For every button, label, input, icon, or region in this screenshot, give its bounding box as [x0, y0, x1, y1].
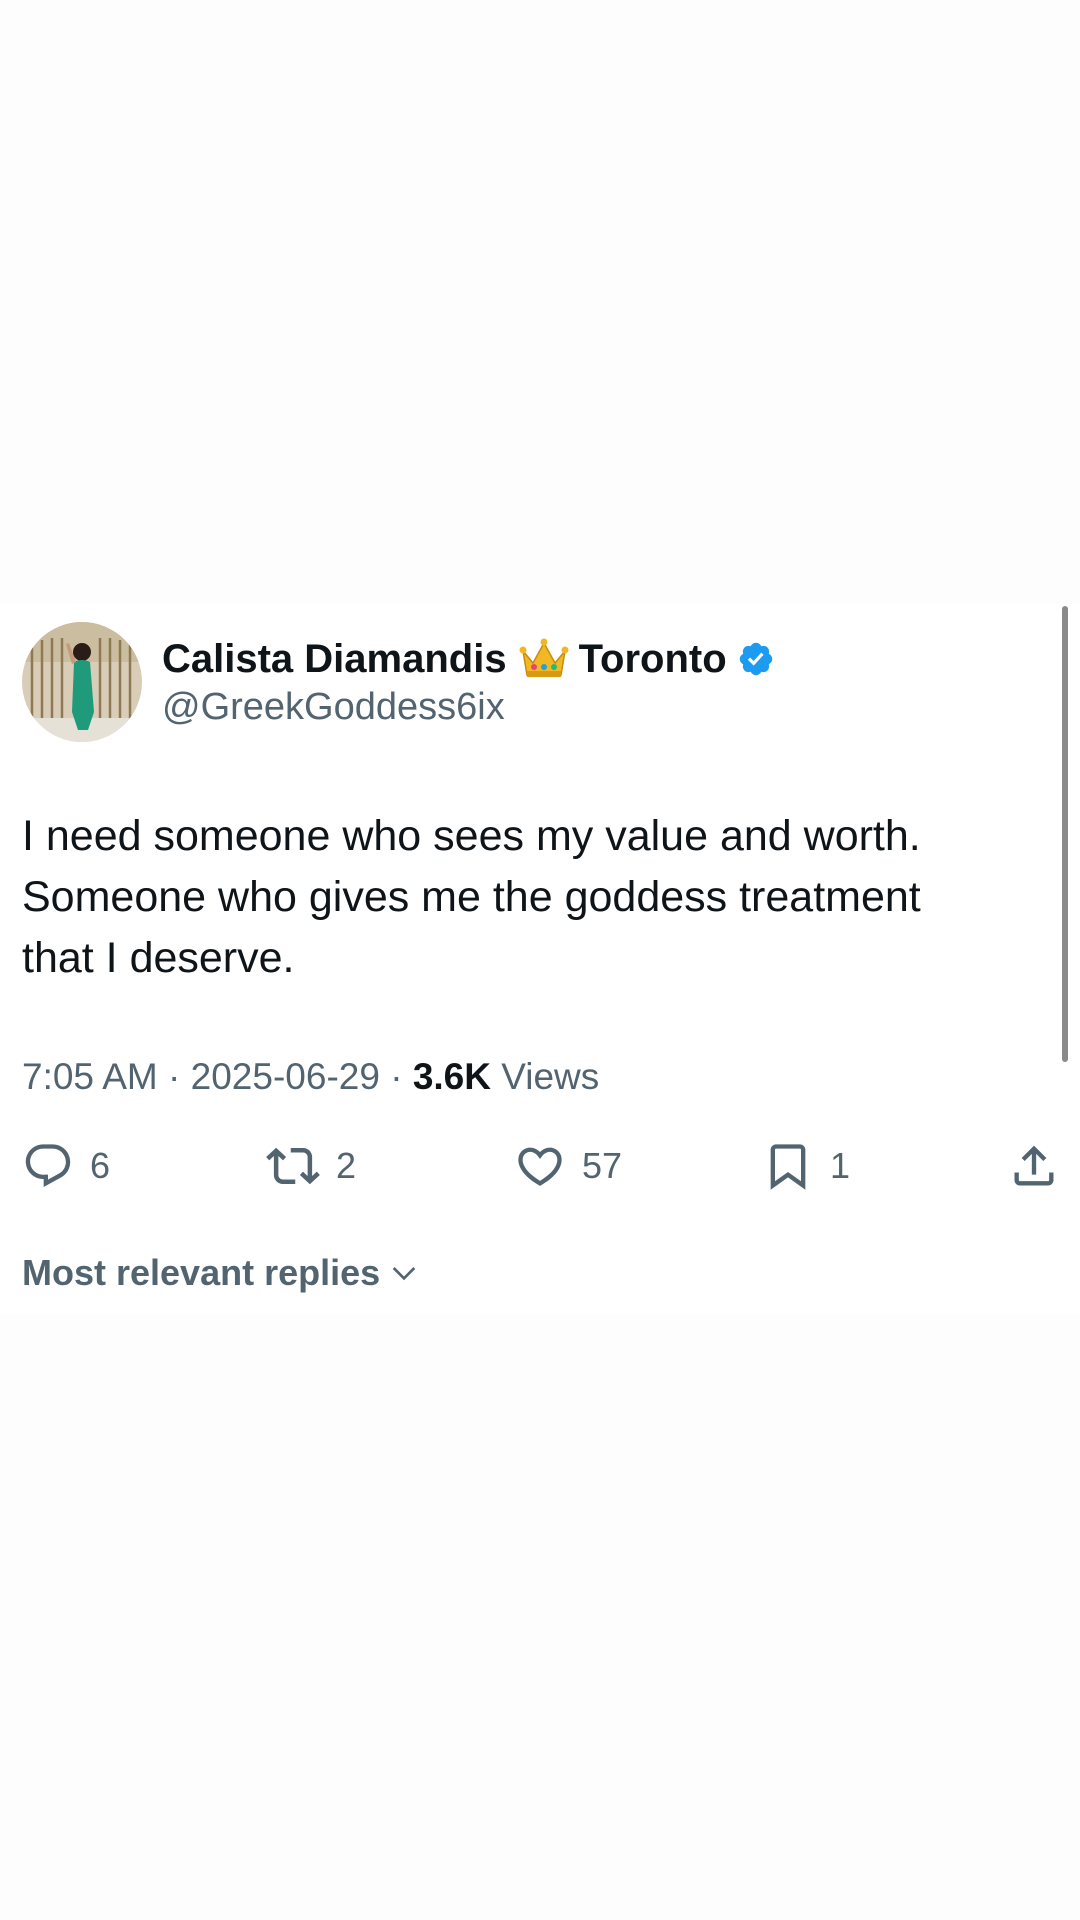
author-location: Toronto — [578, 636, 727, 681]
like-count: 57 — [582, 1145, 623, 1186]
author-handle[interactable]: @GreekGoddess6ix — [162, 686, 505, 729]
verified-badge-icon[interactable] — [737, 640, 775, 678]
retweet-button[interactable]: 2 — [266, 1136, 356, 1196]
tweet-text-line: that I deserve. — [22, 934, 295, 982]
bookmark-button[interactable]: 1 — [762, 1136, 850, 1196]
reply-count: 6 — [90, 1145, 111, 1186]
meta-separator: · — [168, 1056, 181, 1097]
tweet-text-line: I need someone who sees my value and wor… — [22, 812, 921, 860]
views-label[interactable]: Views — [501, 1056, 599, 1097]
heart-icon — [518, 1147, 562, 1186]
author-name-row[interactable]: Calista Diamandis Toronto — [162, 632, 775, 686]
tweet-text: I need someone who sees my value and wor… — [22, 806, 1032, 989]
avatar[interactable] — [22, 622, 142, 742]
meta-separator: · — [390, 1056, 403, 1097]
tweet-meta: 7:05 AM · 2025-06-29 · 3.6K Views — [22, 1056, 599, 1098]
retweet-icon — [266, 1147, 320, 1185]
tweet-date[interactable]: 2025-06-29 — [191, 1056, 380, 1097]
replies-sort-label[interactable]: Most relevant replies — [22, 1252, 380, 1294]
share-button[interactable] — [1008, 1136, 1060, 1196]
replies-sort-dropdown[interactable]: Most relevant replies — [22, 1252, 420, 1294]
views-count[interactable]: 3.6K — [413, 1056, 491, 1097]
retweet-count: 2 — [336, 1145, 357, 1186]
reply-icon — [25, 1144, 71, 1188]
chevron-down-icon[interactable] — [388, 1257, 420, 1289]
author-name[interactable]: Calista Diamandis — [162, 637, 507, 682]
bookmark-count: 1 — [830, 1145, 851, 1186]
tweet-time[interactable]: 7:05 AM — [22, 1056, 158, 1097]
share-icon — [1014, 1145, 1054, 1186]
tweet-text-line: Someone who gives me the goddess treatme… — [22, 873, 921, 921]
bookmark-icon — [770, 1144, 806, 1190]
crown-icon — [519, 637, 569, 681]
scrollbar[interactable] — [1062, 606, 1068, 1062]
reply-button[interactable]: 6 — [22, 1136, 110, 1196]
like-button[interactable]: 57 — [514, 1136, 622, 1196]
